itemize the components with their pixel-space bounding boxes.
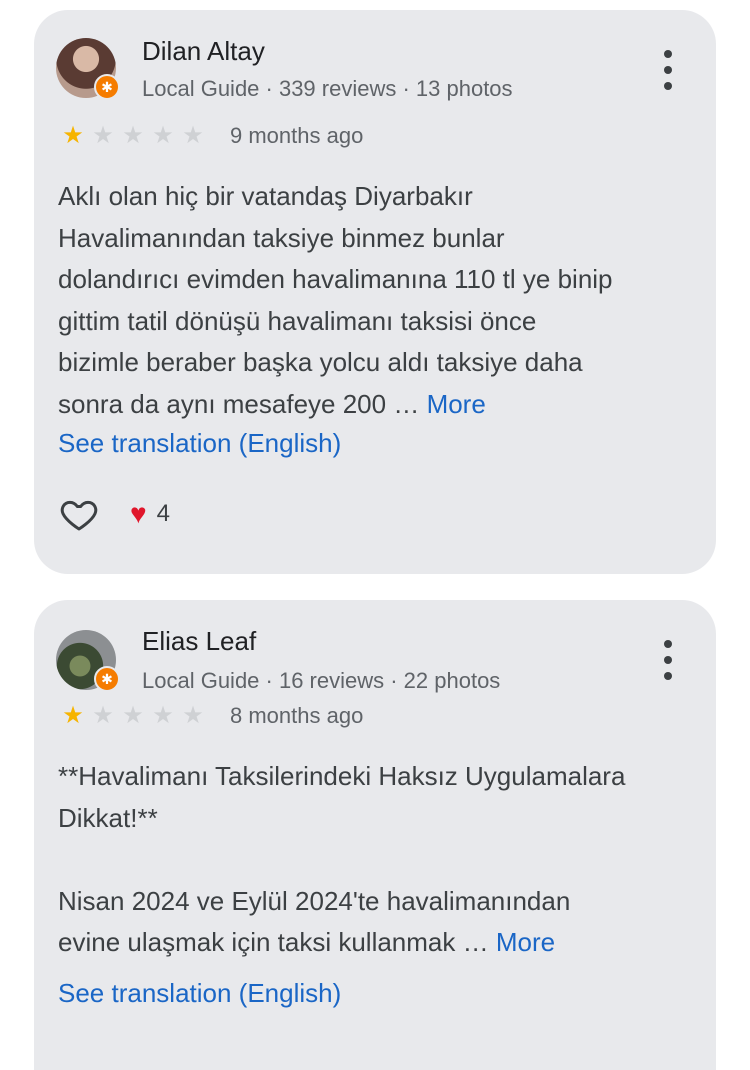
review-text-line: Aklı olan hiç bir vatandaş Diyarbakır	[58, 181, 473, 211]
review-text-line: Nisan 2024 ve Eylül 2024'te havalimanınd…	[58, 885, 571, 916]
rating-row: ★ ★ ★ ★ ★ 9 months ago	[58, 122, 363, 150]
reviewer-meta: Local Guide · 16 reviews · 22 photos	[142, 668, 501, 693]
star-filled-icon: ★	[62, 702, 84, 729]
review-text-line: gittim tatil dönüşü havalimanı taksisi ö…	[58, 305, 537, 336]
rating-row: ★ ★ ★ ★ ★ 8 months ago	[58, 702, 363, 730]
see-translation-link[interactable]: See translation (English)	[58, 428, 341, 459]
reviewer-avatar[interactable]: ✱	[56, 38, 120, 100]
star-empty-icon: ★	[152, 702, 174, 729]
review-card: ✱ Elias Leaf Local Guide · 16 reviews · …	[34, 600, 716, 1070]
local-guide-badge-icon: ✱	[94, 666, 120, 692]
review-time: 8 months ago	[230, 703, 364, 728]
red-heart-icon: ♥	[130, 498, 147, 529]
review-text-line: Dikkat!**	[58, 802, 158, 833]
review-text-line: Havalimanından taksiye binmez bunlar	[58, 222, 505, 253]
reviewer-meta: Local Guide · 339 reviews · 13 photos	[142, 76, 513, 101]
review-card: ✱ Dilan Altay Local Guide · 339 reviews …	[34, 10, 716, 574]
star-empty-icon: ★	[182, 122, 204, 149]
star-filled-icon: ★	[62, 122, 84, 149]
see-translation-link[interactable]: See translation (English)	[58, 978, 341, 1009]
star-empty-icon: ★	[92, 122, 114, 149]
star-empty-icon: ★	[122, 702, 144, 729]
heart-outline-icon[interactable]	[58, 494, 100, 534]
reaction-summary[interactable]: ♥ 4	[130, 498, 170, 530]
review-text-truncated: sonra da aynı mesafeye 200 …	[58, 388, 420, 419]
star-empty-icon: ★	[92, 702, 114, 729]
review-time: 9 months ago	[230, 123, 364, 148]
review-text-line: bizimle beraber başka yolcu aldı taksiye…	[58, 347, 583, 377]
star-empty-icon: ★	[152, 122, 174, 149]
reaction-count: 4	[156, 500, 170, 527]
reviewer-avatar[interactable]: ✱	[56, 630, 120, 692]
review-text-line: **Havalimanı Taksilerindeki Haksız Uygul…	[58, 761, 626, 791]
review-text-truncated: evine ulaşmak için taksi kullanmak …	[58, 927, 489, 957]
review-text-line: sonra da aynı mesafeye 200 … More	[58, 384, 698, 426]
star-empty-icon: ★	[182, 702, 204, 729]
more-vert-icon[interactable]	[656, 640, 680, 680]
review-text-line: evine ulaşmak için taksi kullanmak … Mor…	[58, 922, 698, 964]
more-link[interactable]: More	[496, 927, 555, 957]
reviewer-name[interactable]: Dilan Altay	[142, 36, 265, 67]
review-text: **Havalimanı Taksilerindeki Haksız Uygul…	[58, 756, 698, 964]
local-guide-badge-icon: ✱	[94, 74, 120, 100]
review-text-line: dolandırıcı evimden havalimanına 110 tl …	[58, 264, 613, 294]
reviewer-name[interactable]: Elias Leaf	[142, 626, 256, 657]
more-vert-icon[interactable]	[656, 50, 680, 90]
star-empty-icon: ★	[122, 122, 144, 149]
reaction-row: ♥ 4	[58, 494, 170, 534]
more-link[interactable]: More	[427, 389, 486, 419]
review-text: Aklı olan hiç bir vatandaş Diyarbakır Ha…	[58, 176, 698, 425]
